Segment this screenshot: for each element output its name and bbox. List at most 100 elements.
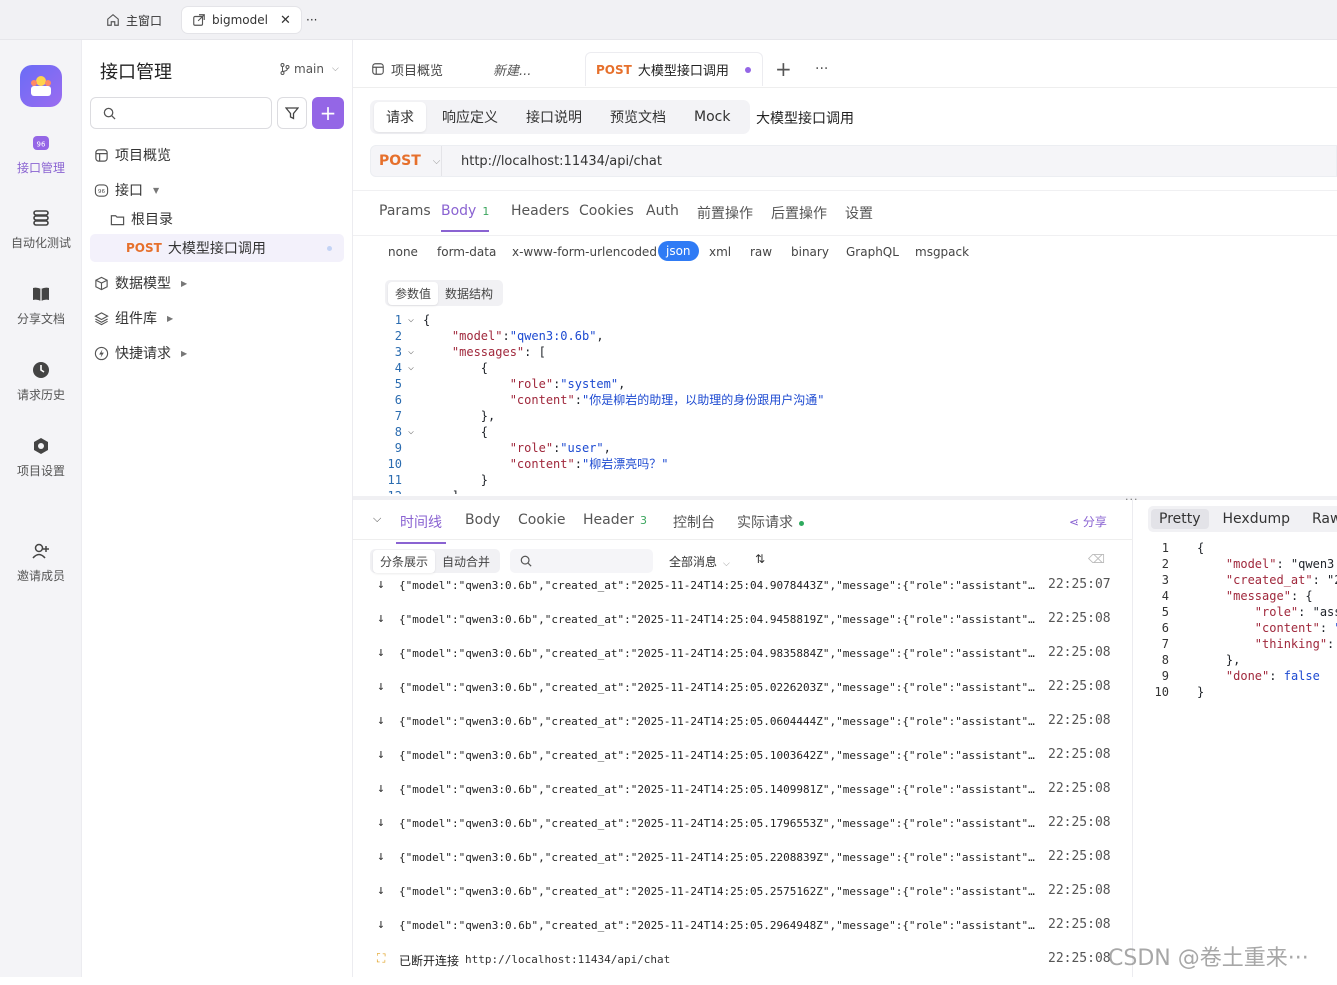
tab-new[interactable]: 新建...: [493, 52, 531, 86]
rail-item-automation[interactable]: 自动化测试: [0, 208, 82, 251]
tab-request[interactable]: 请求: [374, 102, 426, 132]
rail-item-api-management[interactable]: 96 接口管理: [0, 133, 82, 176]
tree-item-label: 根目录: [131, 212, 173, 228]
timeline-event[interactable]: ↓ {"model":"qwen3:0.6b","created_at":"202…: [353, 849, 1133, 883]
event-time: 22:25:08: [1048, 883, 1111, 898]
event-message: {"model":"qwen3:0.6b","created_at":"2025…: [399, 919, 1039, 932]
timeline-event[interactable]: ↓ {"model":"qwen3:0.6b","created_at":"202…: [353, 917, 1133, 951]
tab-overview[interactable]: 项目概览: [371, 52, 443, 86]
body-type-binary[interactable]: binary: [791, 245, 829, 259]
timeline-event[interactable]: ↓ {"model":"qwen3:0.6b","created_at":"202…: [353, 747, 1133, 781]
fold-chevron-icon[interactable]: ⌵: [408, 424, 414, 440]
body-type-graphql[interactable]: GraphQL: [846, 245, 899, 259]
tab-header[interactable]: Header 3: [583, 512, 647, 528]
timeline-event[interactable]: ↓ {"model":"qwen3:0.6b","created_at":"202…: [353, 713, 1133, 747]
tab-response-definition[interactable]: 响应定义: [430, 102, 510, 132]
rail-item-history[interactable]: 请求历史: [0, 360, 82, 403]
close-icon[interactable]: ✕: [280, 13, 291, 28]
timeline-event[interactable]: ↓ {"model":"qwen3:0.6b","created_at":"202…: [353, 645, 1133, 679]
url-input[interactable]: http://localhost:11434/api/chat: [461, 154, 662, 169]
rail-item-settings[interactable]: 项目设置: [0, 436, 82, 479]
preview-panel: Pretty Hexdump Raw 1 {2 "model": "qwen3:0…: [1133, 500, 1337, 977]
tree-item-overview[interactable]: 项目概览: [94, 143, 171, 167]
clear-icon[interactable]: ⌫: [1088, 552, 1105, 566]
window-tab-main[interactable]: 主窗口: [96, 7, 172, 33]
timeline-event[interactable]: ↓ {"model":"qwen3:0.6b","created_at":"202…: [353, 883, 1133, 917]
timeline-event[interactable]: ↓ {"model":"qwen3:0.6b","created_at":"202…: [353, 679, 1133, 713]
tab-raw[interactable]: Raw: [1304, 509, 1337, 529]
rail-item-invite[interactable]: 邀请成员: [0, 541, 82, 584]
body-type-msgpack[interactable]: msgpack: [915, 245, 969, 259]
window-tab-bigmodel[interactable]: bigmodel ✕: [182, 7, 301, 33]
body-type-json[interactable]: json: [658, 241, 699, 261]
tab-body[interactable]: Body: [465, 512, 500, 528]
tab-mock[interactable]: Mock: [682, 104, 742, 130]
request-name[interactable]: 大模型接口调用: [756, 108, 854, 128]
tree-item-data-models[interactable]: 数据模型 ▶: [94, 271, 187, 295]
filter-button[interactable]: [277, 97, 307, 129]
timeline-event[interactable]: ↓ {"model":"qwen3:0.6b","created_at":"202…: [353, 611, 1133, 645]
tree-item-root[interactable]: 根目录: [110, 207, 173, 231]
rail-item-label: 请求历史: [16, 388, 65, 402]
tab-pretty[interactable]: Pretty: [1151, 509, 1209, 529]
sidebar-search-input[interactable]: [121, 102, 261, 124]
timeline-event[interactable]: ↓ {"model":"qwen3:0.6b","created_at":"202…: [353, 815, 1133, 849]
body-type-none[interactable]: none: [388, 245, 418, 259]
add-tab-button[interactable]: +: [775, 52, 792, 86]
collapse-chevron-icon[interactable]: ⌵: [373, 512, 381, 526]
toggle-split[interactable]: 分条展示: [373, 549, 436, 573]
toggle-param-values[interactable]: 参数值: [388, 281, 439, 305]
tree-item-components[interactable]: 组件库 ▶: [94, 306, 173, 330]
fold-chevron-icon[interactable]: ⌵: [408, 344, 414, 360]
sidebar-search[interactable]: [90, 97, 272, 129]
json-editor[interactable]: 1 ⌵ {2 "model":"qwen3:0.6b", 3 ⌵ "messages":…: [370, 312, 1337, 494]
tab-cookies[interactable]: Cookies: [579, 203, 634, 219]
body-type-xml[interactable]: xml: [709, 245, 731, 259]
tab-post-ops[interactable]: 后置操作: [771, 203, 827, 223]
timeline-event[interactable]: ↓ {"model":"qwen3:0.6b","created_at":"202…: [353, 577, 1133, 611]
toggle-merge[interactable]: 自动合并: [435, 550, 497, 573]
api-icon: 96: [33, 136, 49, 150]
body-type-raw[interactable]: raw: [750, 245, 772, 259]
tab-hexdump[interactable]: Hexdump: [1215, 509, 1298, 529]
method-badge: POST: [126, 241, 162, 255]
fold-chevron-icon[interactable]: ⌵: [408, 360, 414, 376]
fold-chevron-icon[interactable]: ⌵: [408, 312, 414, 328]
tab-headers[interactable]: Headers: [511, 203, 569, 219]
tree-item-quick-requests[interactable]: 快捷请求 ▶: [94, 341, 187, 365]
line-number: 7: [1161, 637, 1169, 651]
home-icon: [107, 14, 119, 26]
event-time: 22:25:08: [1048, 747, 1111, 762]
branch-selector[interactable]: main ⌵: [280, 62, 339, 76]
rail-item-share-docs[interactable]: 分享文档: [0, 284, 82, 327]
tab-params[interactable]: Params: [379, 203, 431, 219]
share-button[interactable]: ⋖ 分享: [1069, 513, 1107, 530]
timeline-search[interactable]: [510, 549, 653, 573]
tree-item-interfaces[interactable]: 96 接口 ▼: [94, 178, 159, 202]
tab-pre-ops[interactable]: 前置操作: [697, 203, 753, 223]
tab-body[interactable]: Body 1: [441, 203, 490, 232]
tab-timeline[interactable]: 时间线: [396, 512, 446, 544]
tree-item-bigmodel-api[interactable]: POST 大模型接口调用: [126, 236, 266, 260]
tab-console[interactable]: 控制台: [673, 512, 715, 532]
add-button[interactable]: +: [312, 97, 344, 129]
tab-settings[interactable]: 设置: [845, 203, 873, 223]
tab-actual-request[interactable]: 实际请求: [737, 512, 804, 532]
timeline-disconnect[interactable]: ⛶ 已断开连接 http://localhost:11434/api/chat 22:…: [353, 951, 1133, 985]
app-logo[interactable]: [20, 65, 62, 107]
toggle-data-structure[interactable]: 数据结构: [438, 282, 500, 305]
filter-icon: [285, 107, 299, 120]
sort-icon[interactable]: ⇅: [755, 552, 765, 566]
tab-bigmodel-api[interactable]: POST 大模型接口调用: [585, 52, 763, 86]
timeline-event[interactable]: ↓ {"model":"qwen3:0.6b","created_at":"202…: [353, 781, 1133, 815]
tab-more-button[interactable]: ···: [815, 52, 828, 86]
method-selector[interactable]: POST ⌵: [379, 153, 440, 169]
body-type-urlencoded[interactable]: x-www-form-urlencoded: [512, 245, 657, 259]
tab-auth[interactable]: Auth: [646, 203, 679, 219]
tab-api-description[interactable]: 接口说明: [514, 102, 594, 132]
message-filter[interactable]: 全部消息 ⌵: [669, 553, 730, 570]
window-more-button[interactable]: ···: [296, 7, 327, 33]
tab-preview-doc[interactable]: 预览文档: [598, 102, 678, 132]
tab-cookie[interactable]: Cookie: [518, 512, 566, 528]
body-type-form-data[interactable]: form-data: [437, 245, 496, 259]
